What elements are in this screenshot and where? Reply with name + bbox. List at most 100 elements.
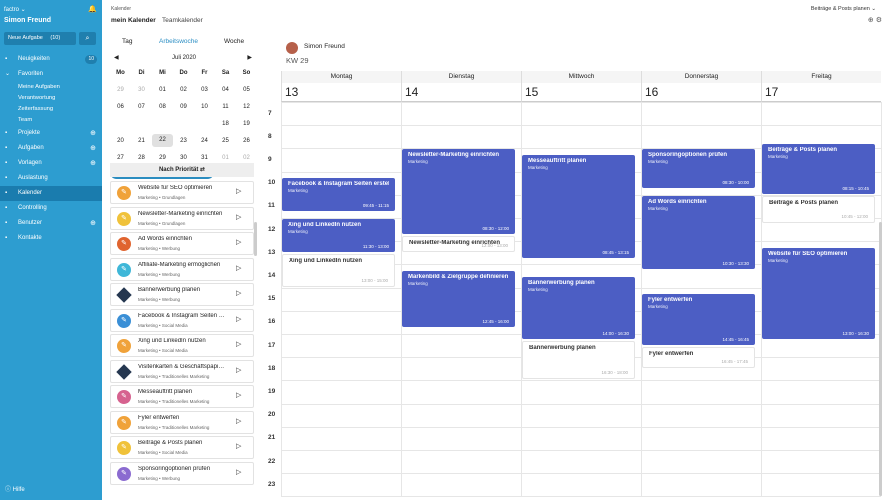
add-icon[interactable]: ⊕	[90, 141, 96, 156]
task-item[interactable]: ✎ Xing und LinkedIn nutzen Marketing • Soc…	[110, 334, 254, 357]
task-item[interactable]: ✎ Affiliate-Marketing ermöglichen Marketin…	[110, 257, 254, 281]
day-cell[interactable]: 24	[194, 138, 215, 144]
sidebar-item-projekte[interactable]: ▪ Projekte ⊕	[0, 126, 102, 141]
current-task-selector[interactable]: Beiträge & Posts planen ⌄	[811, 6, 876, 12]
day-cell[interactable]: 16	[173, 121, 194, 127]
day-cell[interactable]: 30	[131, 87, 152, 93]
next-month-icon[interactable]: ▶	[247, 52, 252, 64]
tab-team-calendar[interactable]: Teamkalender	[162, 17, 203, 24]
day-cell[interactable]: 28	[131, 155, 152, 161]
play-icon[interactable]: ▷	[236, 442, 241, 450]
calendar-event[interactable]: Sponsoringoptionen prüfen Marketing 08:30 …	[642, 149, 755, 188]
workspace-switcher[interactable]: factro ⌄	[4, 6, 26, 13]
calendar-event[interactable]: Fyler entwerfen 16:45 - 17:45	[642, 346, 755, 368]
sidebar-item-kalender[interactable]: ▪ Kalender	[0, 186, 102, 201]
add-icon[interactable]: ⊕	[90, 156, 96, 171]
calendar-event[interactable]: Ad Words einrichten Marketing 10:30 - 13:3…	[642, 195, 755, 270]
play-icon[interactable]: ▷	[236, 340, 241, 348]
day-cell[interactable]: 15	[152, 121, 173, 127]
day-cell[interactable]: 02	[236, 155, 257, 161]
calendar-event[interactable]: Bannerwerbung planen 16:30 - 18:00	[522, 340, 635, 380]
tab-my-calendar[interactable]: mein Kalender	[111, 17, 156, 24]
day-cell[interactable]: 18	[215, 121, 236, 127]
calendar-event[interactable]: Messeauftritt planen Marketing 08:45 - 13:…	[522, 155, 635, 258]
add-icon[interactable]: ⊕	[90, 216, 96, 231]
task-list-scrollbar[interactable]	[254, 222, 257, 256]
day-cell[interactable]: 03	[194, 87, 215, 93]
calendar-event[interactable]: Bannerwerbung planen Marketing 14:00 - 16:…	[522, 277, 635, 339]
calendar-event[interactable]: Xing und LinkedIn nutzen Marketing 11:30 -…	[282, 219, 395, 252]
day-cell[interactable]: 19	[236, 121, 257, 127]
day-cell[interactable]: 23	[173, 138, 194, 144]
user-name[interactable]: Simon Freund	[4, 17, 51, 24]
play-icon[interactable]: ▷	[236, 391, 241, 399]
day-cell[interactable]: 21	[131, 138, 152, 144]
play-icon[interactable]: ▷	[236, 289, 241, 297]
calendar-event[interactable]: Xing und LinkedIn nutzen 13:00 - 15:00	[282, 253, 395, 287]
favorite-item[interactable]: Verantwortung	[0, 93, 102, 104]
day-number-3[interactable]: 16	[641, 83, 761, 102]
play-icon[interactable]: ▷	[236, 468, 241, 476]
play-icon[interactable]: ▷	[236, 264, 241, 272]
task-item[interactable]: Visitenkarten & Geschäftspapiere Marketin…	[110, 359, 254, 383]
day-cell[interactable]: 06	[110, 104, 131, 110]
priority-sort-toggle[interactable]: Nach Priorität ⇄	[110, 163, 254, 177]
play-icon[interactable]: ▷	[236, 238, 241, 246]
day-cell[interactable]: 10	[194, 104, 215, 110]
task-item[interactable]: ✎ Website für SEO optimieren Marketing • G…	[110, 181, 254, 204]
task-item[interactable]: Bannerwerbung planen Marketing • Werbung ▷	[110, 283, 254, 306]
day-cell[interactable]: 22	[152, 134, 173, 147]
favorite-item[interactable]: Meine Aufgaben	[0, 82, 102, 93]
calendar-event[interactable]: Beiträge & Posts planen 10:45 - 12:00	[762, 195, 875, 223]
task-item[interactable]: ✎ Beiträge & Posts planen Marketing • Soci…	[110, 436, 254, 459]
task-item[interactable]: ✎ Fyler entwerfen Marketing • Traditionell…	[110, 410, 254, 434]
calendar-event[interactable]: Website für SEO optimieren Marketing 13:00…	[762, 248, 875, 339]
play-icon[interactable]: ▷	[236, 213, 241, 221]
add-icon[interactable]: ⊕	[868, 17, 874, 24]
task-item[interactable]: ✎ Newsletter-Marketing einrichten Marketin…	[110, 206, 254, 230]
sidebar-item-vorlagen[interactable]: ▪ Vorlagen ⊕	[0, 156, 102, 171]
day-cell[interactable]: 26	[236, 138, 257, 144]
sidebar-item-aufgaben[interactable]: ▪ Aufgaben ⊕	[0, 141, 102, 156]
day-cell[interactable]: 14	[131, 121, 152, 127]
day-cell[interactable]: 08	[152, 104, 173, 110]
day-cell[interactable]: 20	[110, 138, 131, 144]
day-number-1[interactable]: 14	[401, 83, 521, 102]
calendar-event[interactable]: Markenbild & Zielgruppe definieren Market…	[402, 271, 515, 328]
calendar-event[interactable]: Beiträge & Posts planen Marketing 08:15 - …	[762, 143, 875, 194]
gear-icon[interactable]: ⚙	[876, 17, 882, 24]
sidebar-item-kontakte[interactable]: ▪ Kontakte	[0, 231, 102, 246]
day-number-2[interactable]: 15	[521, 83, 641, 102]
calendar-event[interactable]: Newsletter-Marketing einrichten 12:00 - 1…	[402, 236, 515, 252]
day-cell[interactable]: 11	[215, 104, 236, 110]
day-cell[interactable]: 02	[173, 87, 194, 93]
tab-day[interactable]: Tag	[122, 38, 132, 45]
day-cell[interactable]: 27	[110, 155, 131, 161]
sidebar-item-neuigkeiten[interactable]: ▪ Neuigkeiten 10	[0, 52, 102, 67]
day-cell[interactable]: 31	[194, 155, 215, 161]
tab-work-week[interactable]: Arbeitswoche	[159, 38, 198, 45]
day-cell[interactable]: 30	[173, 155, 194, 161]
day-cell[interactable]: 25	[215, 138, 236, 144]
calendar-event[interactable]: Fyler entwerfen Marketing 14:45 - 16:45	[642, 294, 755, 345]
day-number-4[interactable]: 17	[761, 83, 881, 102]
play-icon[interactable]: ▷	[236, 315, 241, 323]
day-cell[interactable]: 17	[194, 121, 215, 127]
sidebar-item-favoriten[interactable]: ⌄ Favoriten	[0, 67, 102, 82]
sidebar-item-auslastung[interactable]: ▪ Auslastung	[0, 171, 102, 186]
play-icon[interactable]: ▷	[236, 366, 241, 374]
day-cell[interactable]: 07	[131, 104, 152, 110]
help-link[interactable]: ⓘ Hilfe	[5, 484, 25, 493]
task-item[interactable]: ✎ Facebook & Instagram Seiten erstellen Ma…	[110, 308, 254, 332]
bell-icon[interactable]: 🔔	[88, 5, 97, 13]
sidebar-item-benutzer[interactable]: ▪ Benutzer ⊕	[0, 216, 102, 231]
day-cell[interactable]: 13	[110, 121, 131, 127]
calendar-scrollbar[interactable]	[879, 222, 882, 496]
play-icon[interactable]: ▷	[236, 187, 241, 195]
new-task-button[interactable]: Neue Aufgabe (10)	[4, 32, 76, 45]
calendar-event[interactable]: Newsletter-Marketing einrichten Marketing…	[402, 149, 515, 235]
day-cell[interactable]: 12	[236, 104, 257, 110]
task-item[interactable]: ✎ Ad Words einrichten Marketing • Werbung ▷	[110, 232, 254, 255]
calendar-event[interactable]: Facebook & Instagram Seiten erstellen Mar…	[282, 178, 395, 212]
sidebar-item-controlling[interactable]: ▪ Controlling	[0, 201, 102, 216]
